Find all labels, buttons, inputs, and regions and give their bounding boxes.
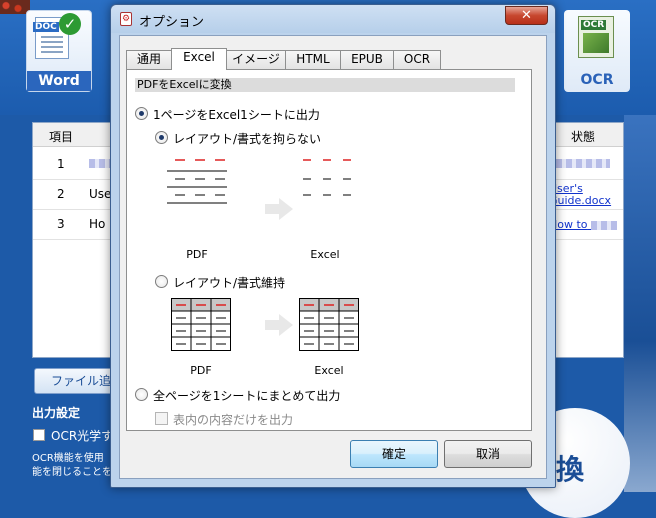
tab-excel[interactable]: Excel — [171, 48, 227, 70]
app-icon: ⚙ — [120, 12, 132, 26]
row-number: 2 — [57, 187, 65, 201]
dialog-title: オプション — [139, 15, 205, 30]
status-link[interactable]: How to — [549, 219, 618, 231]
ocr-tile-label: OCR — [580, 72, 614, 88]
label-one-sheet-per-page: 1ページをExcel1シートに出力 — [153, 108, 320, 122]
row-file-name: Use — [89, 187, 112, 201]
label-no-layout: レイアウト/書式を拘らない — [173, 132, 322, 146]
label-table-only: 表内の内容だけを出力 — [173, 413, 294, 427]
word-format-tile[interactable]: DOC ✓ Word — [26, 10, 92, 92]
word-tile-label: Word — [27, 71, 91, 91]
column-header-item: 項目 — [49, 130, 74, 144]
arrow-icon — [265, 314, 295, 336]
excel-table-icon — [299, 298, 359, 351]
caption-excel: Excel — [314, 364, 344, 377]
tab-html[interactable]: HTML — [285, 50, 341, 69]
status-link[interactable]: User's Guide.docx — [549, 183, 625, 207]
close-button[interactable]: ✕ — [505, 6, 548, 25]
ocr-checkbox[interactable] — [33, 429, 45, 441]
ocr-note-line2: 能を閉じることをお — [32, 467, 122, 478]
arrow-icon — [265, 198, 295, 220]
output-settings-label: 出力設定 — [32, 406, 81, 420]
tab-ocr[interactable]: OCR — [393, 50, 441, 69]
row-number: 1 — [57, 157, 65, 171]
tab-general[interactable]: 通用 — [126, 50, 172, 69]
ocr-tag: OCR — [581, 20, 607, 30]
background-decoration — [624, 115, 656, 492]
ocr-note-line1: OCR機能を使用 — [32, 453, 104, 464]
tab-epub[interactable]: EPUB — [340, 50, 394, 69]
ok-button[interactable]: 確定 — [350, 440, 438, 468]
radio-all-pages-one-sheet[interactable] — [135, 388, 148, 401]
check-icon: ✓ — [59, 13, 81, 35]
excel-preview-icon — [303, 159, 351, 196]
caption-pdf: PDF — [190, 364, 212, 377]
section-header: PDFをExcelに変換 — [135, 78, 515, 92]
cancel-button[interactable]: 取消 — [444, 440, 532, 468]
tab-image[interactable]: イメージ — [226, 50, 286, 69]
redacted-file-name — [89, 159, 111, 168]
row-number: 3 — [57, 217, 65, 231]
ocr-checkbox-label: OCR光学す — [51, 429, 114, 443]
ocr-doc-icon: OCR — [578, 16, 614, 58]
radio-no-layout[interactable] — [155, 131, 168, 144]
row-file-name: Ho — [89, 217, 106, 231]
label-all-pages-one-sheet: 全ページを1シートにまとめて出力 — [153, 389, 341, 403]
caption-pdf: PDF — [186, 248, 208, 261]
dialog-content: 通用 Excel イメージ HTML EPUB OCR PDFをExcelに変換… — [119, 35, 547, 479]
excel-tab-panel: PDFをExcelに変換 1ページをExcel1シートに出力 レイアウト/書式を… — [126, 69, 532, 431]
options-dialog: ⚙ オプション ✕ 通用 Excel イメージ HTML EPUB OCR PD… — [110, 4, 556, 488]
caption-excel: Excel — [310, 248, 340, 261]
radio-one-sheet-per-page[interactable] — [135, 107, 148, 120]
pdf-preview-icon — [167, 159, 227, 204]
checkbox-table-only[interactable] — [155, 412, 168, 425]
dialog-titlebar[interactable]: ⚙ オプション ✕ — [111, 5, 555, 33]
status-link[interactable]: p — [549, 157, 610, 169]
ocr-format-tile[interactable]: OCR OCR — [564, 10, 630, 92]
pdf-table-icon — [171, 298, 231, 351]
radio-keep-layout[interactable] — [155, 275, 168, 288]
column-header-status: 状態 — [571, 130, 596, 144]
label-keep-layout: レイアウト/書式維持 — [173, 276, 286, 290]
doc-tag: DOC — [33, 22, 59, 32]
